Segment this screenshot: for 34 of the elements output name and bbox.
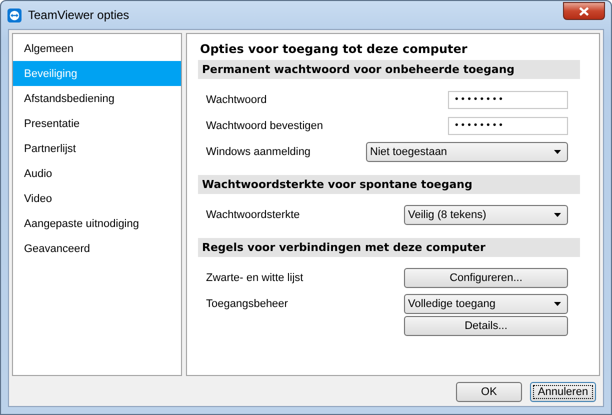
section-heading: Wachtwoordsterkte voor spontane toegang <box>198 175 580 194</box>
dropdown[interactable]: Veilig (8 tekens) <box>404 205 568 225</box>
sidebar-item[interactable]: Afstandsbediening <box>13 86 181 111</box>
sidebar-item[interactable]: Algemeen <box>13 36 181 61</box>
dropdown[interactable]: Volledige toegang <box>404 294 568 314</box>
action-button[interactable]: Details... <box>404 316 568 336</box>
caret-icon <box>554 213 561 217</box>
field-label: Windows aanmelding <box>205 146 311 158</box>
close-button[interactable] <box>563 2 605 20</box>
caret-icon <box>554 150 561 154</box>
app-icon <box>7 8 22 22</box>
field-label: Zwarte- en witte lijst <box>205 272 304 284</box>
field-label: Wachtwoord bevestigen <box>205 120 323 132</box>
sidebar-item[interactable]: Geavanceerd <box>13 236 181 261</box>
close-icon <box>579 6 589 16</box>
window-title: TeamViewer opties <box>28 8 130 22</box>
sidebar-item[interactable]: Partnerlijst <box>13 136 181 161</box>
sidebar-item[interactable]: Audio <box>13 161 181 186</box>
sidebar-item[interactable]: Presentatie <box>13 111 181 136</box>
field-label: Wachtwoord <box>205 94 267 106</box>
field-label: Toegangsbeheer <box>205 298 288 310</box>
sidebar-item[interactable]: Aangepaste uitnodiging <box>13 211 181 236</box>
dropdown[interactable]: Niet toegestaan <box>366 142 568 162</box>
field-label: Wachtwoordsterkte <box>205 209 300 221</box>
password-field[interactable]: •••••••• <box>448 91 568 109</box>
password-field[interactable]: •••••••• <box>448 117 568 135</box>
panel-title: Opties voor toegang tot deze computer <box>199 41 468 58</box>
section-heading: Regels voor verbindingen met deze computer <box>198 238 580 257</box>
dialog-button[interactable]: Annuleren <box>530 382 596 402</box>
caret-icon <box>554 302 561 306</box>
sidebar-item[interactable]: Video <box>13 186 181 211</box>
dialog-button[interactable]: OK <box>456 382 522 402</box>
action-button[interactable]: Configureren... <box>404 268 568 288</box>
section-heading: Permanent wachtwoord voor onbeheerde toegang <box>198 60 580 79</box>
